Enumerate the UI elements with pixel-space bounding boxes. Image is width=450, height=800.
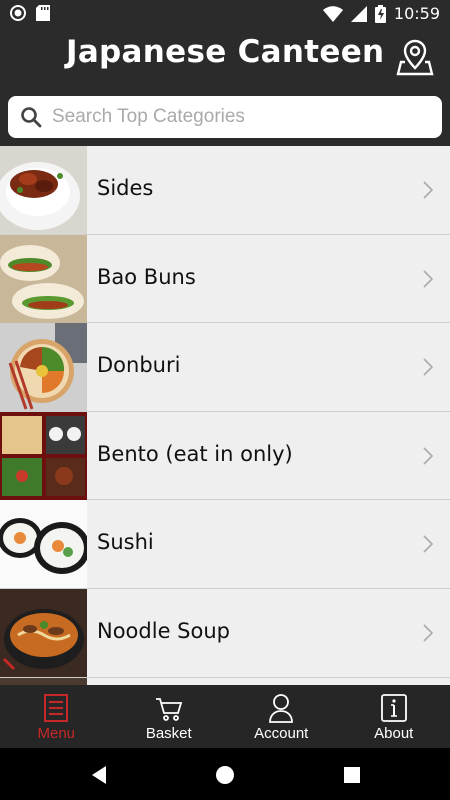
category-label: Bento (eat in only)	[97, 441, 293, 466]
sushi-image	[0, 500, 87, 589]
tab-menu[interactable]: Menu	[0, 685, 113, 748]
chevron-right-icon	[423, 358, 434, 376]
tab-basket[interactable]: Basket	[113, 685, 226, 748]
system-nav-bar	[0, 748, 450, 800]
battery-charging-icon	[374, 4, 386, 23]
noodle-soup-image	[0, 588, 87, 677]
chevron-right-icon	[423, 270, 434, 288]
category-label: Bao Buns	[97, 264, 196, 289]
category-list[interactable]: Sides Bao Buns Donburi Bento (eat in onl…	[0, 146, 450, 685]
home-icon[interactable]	[214, 764, 236, 786]
chevron-right-icon	[423, 624, 434, 642]
category-item-sides[interactable]: Sides	[0, 146, 450, 235]
category-label: Noodle Soup	[97, 618, 230, 643]
tab-label: About	[374, 725, 414, 742]
bottom-tab-bar: Menu Basket Account About	[0, 685, 450, 748]
status-time: 10:59	[393, 4, 440, 23]
signal-icon	[350, 5, 367, 22]
status-bar: 10:59	[0, 0, 450, 28]
bento-image	[0, 411, 87, 500]
chevron-right-icon	[423, 535, 434, 553]
location-button[interactable]	[396, 38, 434, 76]
tab-account[interactable]: Account	[225, 685, 338, 748]
search-box[interactable]	[8, 96, 442, 138]
back-icon[interactable]	[88, 764, 110, 786]
category-item-donburi[interactable]: Donburi	[0, 323, 450, 412]
recents-icon[interactable]	[341, 764, 363, 786]
bao-buns-image	[0, 234, 87, 323]
wifi-icon	[322, 5, 343, 22]
sides-image	[0, 146, 87, 234]
tab-about[interactable]: About	[338, 685, 450, 748]
category-label: Sides	[97, 176, 154, 200]
app-title: Japanese Canteen	[66, 34, 385, 70]
record-icon	[10, 5, 26, 21]
tab-label: Menu	[37, 725, 76, 742]
category-label: Donburi	[97, 353, 181, 378]
info-icon	[380, 694, 407, 722]
category-item-partial[interactable]	[0, 677, 450, 685]
donburi-image	[0, 323, 87, 412]
search-input[interactable]	[52, 96, 432, 138]
menu-list-icon	[44, 694, 68, 722]
person-icon	[269, 694, 293, 723]
category-item-bento[interactable]: Bento (eat in only)	[0, 411, 450, 501]
chevron-right-icon	[423, 447, 434, 465]
search-icon	[21, 107, 42, 128]
search-area	[0, 84, 450, 146]
map-pin-icon	[396, 39, 434, 76]
chevron-right-icon	[423, 181, 434, 199]
app-header: Japanese Canteen	[0, 28, 450, 84]
cart-icon	[155, 698, 182, 721]
category-item-sushi[interactable]: Sushi	[0, 500, 450, 589]
category-item-bao-buns[interactable]: Bao Buns	[0, 234, 450, 324]
category-item-noodle-soup[interactable]: Noodle Soup	[0, 588, 450, 678]
category-image	[0, 677, 87, 685]
sd-card-icon	[36, 5, 50, 21]
category-label: Sushi	[97, 530, 154, 555]
tab-label: Basket	[145, 725, 192, 742]
tab-label: Account	[254, 725, 309, 742]
